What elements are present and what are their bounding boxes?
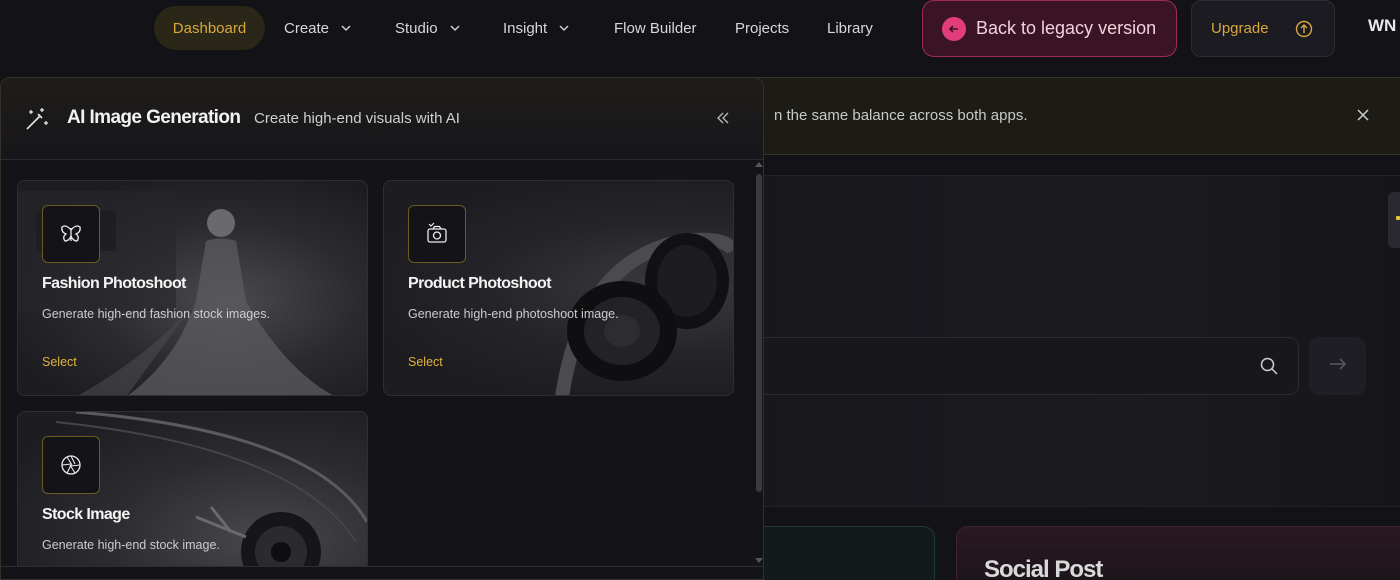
arrow-up-circle-icon — [1295, 20, 1313, 38]
camera-icon — [408, 205, 466, 263]
arrow-left-icon — [942, 16, 966, 41]
card-description: Generate high-end photoshoot image. — [408, 307, 619, 321]
ai-image-generation-panel: AI Image Generation Create high-end visu… — [0, 77, 764, 580]
collapse-panel-icon[interactable] — [715, 110, 731, 131]
prompt-search-input[interactable] — [740, 337, 1299, 395]
nav-dashboard-label: Dashboard — [172, 19, 247, 37]
side-panel-handle[interactable] — [1388, 192, 1400, 248]
card-title: Product Photoshoot — [408, 275, 552, 292]
search-icon[interactable] — [1259, 356, 1279, 381]
card-title: Stock Image — [42, 506, 130, 523]
scroll-up-icon[interactable] — [755, 162, 763, 167]
chevron-down-icon — [448, 21, 462, 35]
panel-header: AI Image Generation Create high-end visu… — [1, 78, 763, 160]
nav-projects-label: Projects — [735, 19, 790, 37]
nav-studio-label: Studio — [395, 19, 438, 37]
nav-projects[interactable]: Projects — [735, 6, 789, 50]
submit-arrow-button[interactable] — [1309, 337, 1366, 395]
banner-text: n the same balance across both apps. — [774, 107, 1028, 124]
select-link[interactable]: Select — [408, 355, 443, 369]
scroll-thumb[interactable] — [756, 174, 762, 492]
nav-dashboard[interactable]: Dashboard — [154, 6, 265, 50]
avatar[interactable]: WN — [1368, 16, 1396, 36]
product-photoshoot-card[interactable]: Product Photoshoot Generate high-end pho… — [383, 180, 734, 396]
aperture-icon — [42, 436, 100, 494]
card-description: Generate high-end fashion stock images. — [42, 307, 270, 321]
stock-image-card[interactable]: Stock Image Generate high-end stock imag… — [17, 411, 368, 571]
close-icon[interactable] — [1355, 107, 1371, 128]
app-root: Dashboard Create Studio Insight Flow Bui… — [0, 0, 1400, 580]
panel-title: AI Image Generation — [67, 107, 241, 128]
chevron-down-icon — [557, 21, 571, 35]
nav-create-label: Create — [284, 19, 330, 37]
nav-library[interactable]: Library — [827, 6, 873, 50]
nav-studio[interactable]: Studio — [395, 6, 462, 50]
nav-insight[interactable]: Insight — [503, 6, 571, 50]
upgrade-button[interactable]: Upgrade — [1191, 0, 1335, 57]
panel-scrollbar[interactable] — [753, 160, 763, 566]
back-to-legacy-button[interactable]: Back to legacy version — [922, 0, 1177, 57]
nav-flow-builder[interactable]: Flow Builder — [614, 6, 697, 50]
nav-insight-label: Insight — [503, 19, 548, 37]
chevron-down-icon — [339, 21, 353, 35]
nav-flow-builder-label: Flow Builder — [614, 19, 697, 37]
magic-wand-icon — [24, 106, 50, 137]
top-nav: Dashboard Create Studio Insight Flow Bui… — [0, 0, 1400, 57]
select-link[interactable]: Select — [42, 355, 77, 369]
panel-footer — [1, 566, 763, 579]
card-description: Generate high-end stock image. — [42, 538, 220, 552]
upgrade-label: Upgrade — [1211, 20, 1269, 37]
social-post-title: Social Post — [984, 556, 1103, 580]
back-to-legacy-label: Back to legacy version — [976, 18, 1157, 38]
card-title: Fashion Photoshoot — [42, 275, 186, 292]
nav-library-label: Library — [827, 19, 873, 37]
nav-create[interactable]: Create — [284, 6, 353, 50]
fashion-photoshoot-card[interactable]: Fashion Photoshoot Generate high-end fas… — [17, 180, 368, 396]
butterfly-icon — [42, 205, 100, 263]
panel-subtitle: Create high-end visuals with AI — [254, 110, 460, 127]
scroll-down-icon[interactable] — [755, 558, 763, 563]
arrow-right-icon — [1328, 356, 1348, 377]
